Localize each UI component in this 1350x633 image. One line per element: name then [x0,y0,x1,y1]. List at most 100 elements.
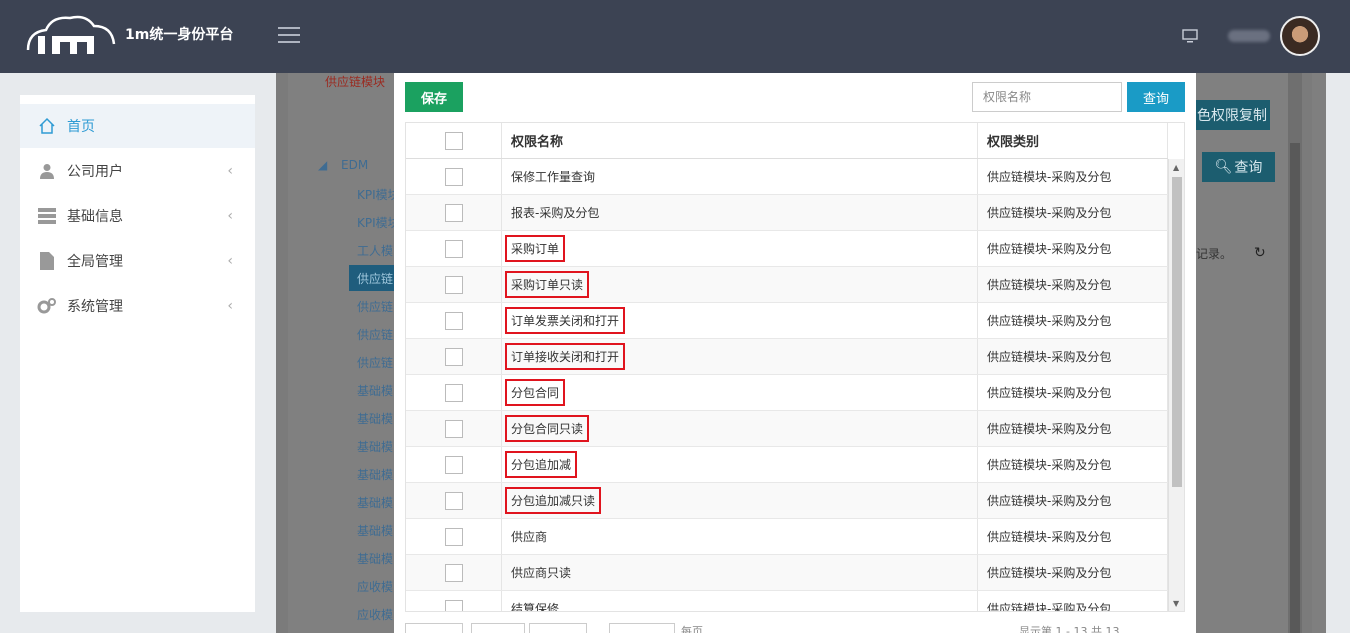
tree-item[interactable]: 基础模 [357,382,395,399]
row-checkbox[interactable] [444,311,463,330]
tree-item[interactable]: 基础模 [357,466,395,483]
row-checkbox[interactable] [444,491,463,510]
row-checkbox[interactable] [444,347,463,366]
tree-item[interactable]: 供应链 [357,270,395,287]
page-scrollbar[interactable] [1288,73,1302,633]
background-query-button[interactable]: 🔍︎ 查询 [1202,152,1275,182]
row-checkbox-cell [406,411,502,446]
username-blurred[interactable] [1228,30,1270,42]
permission-type: 供应链模块-采购及分包 [978,519,1168,554]
permission-type: 供应链模块-采购及分包 [978,375,1168,410]
row-checkbox[interactable] [444,167,463,186]
copy-permission-button[interactable]: 色权限复制 [1194,100,1270,130]
tree-item[interactable]: KPI模块 [357,186,395,203]
pager-size-select[interactable] [609,623,675,633]
row-checkbox[interactable] [444,599,463,611]
row-checkbox-cell [406,375,502,410]
top-bar: 1m统一身份平台 [0,0,1350,73]
permission-name: 供应商只读 [511,566,572,580]
permission-name: 保修工作量查询 [511,170,596,184]
table-row[interactable]: 供应商 供应链模块-采购及分包 [406,519,1168,555]
row-checkbox-cell [406,231,502,266]
table-row[interactable]: 采购订单 供应链模块-采购及分包 [406,231,1168,267]
tree-item[interactable]: 基础模 [357,522,395,539]
row-name-cell: 保修工作量查询 [502,159,978,194]
tree-item[interactable]: 供应链 [357,298,395,315]
right-gutter [1312,73,1350,633]
tree-item[interactable]: 工人模 [357,242,395,259]
tree-item[interactable]: 供应链 [357,326,395,343]
tree-item[interactable]: 基础模 [357,550,395,567]
pager-nav-next[interactable] [529,623,587,633]
row-checkbox[interactable] [444,383,463,402]
table-row[interactable]: 分包追加减只读 供应链模块-采购及分包 [406,483,1168,519]
row-checkbox[interactable] [444,455,463,474]
row-checkbox-cell [406,555,502,590]
table-row[interactable]: 订单接收关闭和打开 供应链模块-采购及分包 [406,339,1168,375]
sidebar-item-global-mgmt[interactable]: 全局管理 ‹ [20,239,255,283]
sidebar-item-system-mgmt[interactable]: 系统管理 ‹ [20,284,255,328]
table-header: 权限名称 权限类别 [406,123,1168,159]
tree-root[interactable]: EDM [341,158,368,172]
tree-item[interactable]: 应收模 [357,578,395,595]
avatar[interactable] [1280,16,1320,56]
tree-item[interactable]: 供应链 [357,354,395,371]
save-button[interactable]: 保存 [405,82,463,112]
row-checkbox[interactable] [444,239,463,258]
permission-name: 采购订单 [505,235,566,262]
table-body: 保修工作量查询 供应链模块-采购及分包 报表-采购及分包 供应链模块-采购及分包 采购订… [406,159,1168,611]
sidebar-item-label: 基础信息 [67,209,123,225]
tree-item[interactable]: 基础模 [357,438,395,455]
scroll-up-icon[interactable]: ▲ [1173,163,1179,172]
row-checkbox[interactable] [444,563,463,582]
table-row[interactable]: 报表-采购及分包 供应链模块-采购及分包 [406,195,1168,231]
row-checkbox[interactable] [444,275,463,294]
sidebar-item-home[interactable]: 首页 [20,104,255,148]
row-checkbox-cell [406,339,502,374]
pager-page-input[interactable] [471,623,525,633]
select-all-checkbox[interactable] [444,131,463,150]
table-row[interactable]: 采购订单只读 供应链模块-采购及分包 [406,267,1168,303]
row-checkbox[interactable] [444,527,463,546]
row-name-cell: 分包追加减只读 [502,483,978,518]
column-header-name[interactable]: 权限名称 [502,123,978,158]
table-row[interactable]: 结算保修 供应链模块-采购及分包 [406,591,1168,611]
permission-type: 供应链模块-采购及分包 [978,231,1168,266]
table-row[interactable]: 分包合同 供应链模块-采购及分包 [406,375,1168,411]
tree-item[interactable]: 应收模 [357,606,395,623]
menu-toggle-icon[interactable] [278,27,300,45]
query-button[interactable]: 查询 [1127,82,1185,112]
permission-type: 供应链模块-采购及分包 [978,303,1168,338]
scroll-thumb[interactable] [1172,177,1182,487]
refresh-icon[interactable]: ↻ [1254,245,1266,261]
row-checkbox[interactable] [444,203,463,222]
column-header-type[interactable]: 权限类别 [978,123,1168,158]
table-row[interactable]: 订单发票关闭和打开 供应链模块-采购及分包 [406,303,1168,339]
chevron-left-icon: ‹ [227,298,233,314]
server-icon [37,206,57,226]
table-row[interactable]: 保修工作量查询 供应链模块-采购及分包 [406,159,1168,195]
tree-item[interactable]: 基础模 [357,494,395,511]
pagination: 每页 显示第 1 - 13 共 13 [405,621,1185,633]
sidebar-item-basic-info[interactable]: 基础信息 ‹ [20,194,255,238]
sidebar-item-company-users[interactable]: 公司用户 ‹ [20,149,255,193]
row-name-cell: 供应商只读 [502,555,978,590]
row-checkbox-cell [406,483,502,518]
pager-nav-first[interactable] [405,623,463,633]
background-query-label: 查询 [1234,160,1263,176]
table-row[interactable]: 供应商只读 供应链模块-采购及分包 [406,555,1168,591]
row-checkbox-cell [406,591,502,611]
permission-name: 供应商 [511,530,548,544]
permission-search-input[interactable] [972,82,1122,112]
row-checkbox-cell [406,267,502,302]
row-checkbox[interactable] [444,419,463,438]
table-row[interactable]: 分包追加减 供应链模块-采购及分包 [406,447,1168,483]
table-row[interactable]: 分包合同只读 供应链模块-采购及分包 [406,411,1168,447]
file-icon [37,251,57,271]
table-scrollbar[interactable]: ▲ ▼ [1168,159,1184,611]
monitor-icon[interactable] [1182,29,1198,43]
scroll-down-icon[interactable]: ▼ [1173,599,1179,608]
tree-item[interactable]: KPI模块 [357,214,395,231]
tree-item[interactable]: 基础模 [357,410,395,427]
permission-select-modal: 保存 查询 权限名称 权限类别 保修工作量查询供应链模块-采购及分包报表-采购及… [394,73,1196,633]
